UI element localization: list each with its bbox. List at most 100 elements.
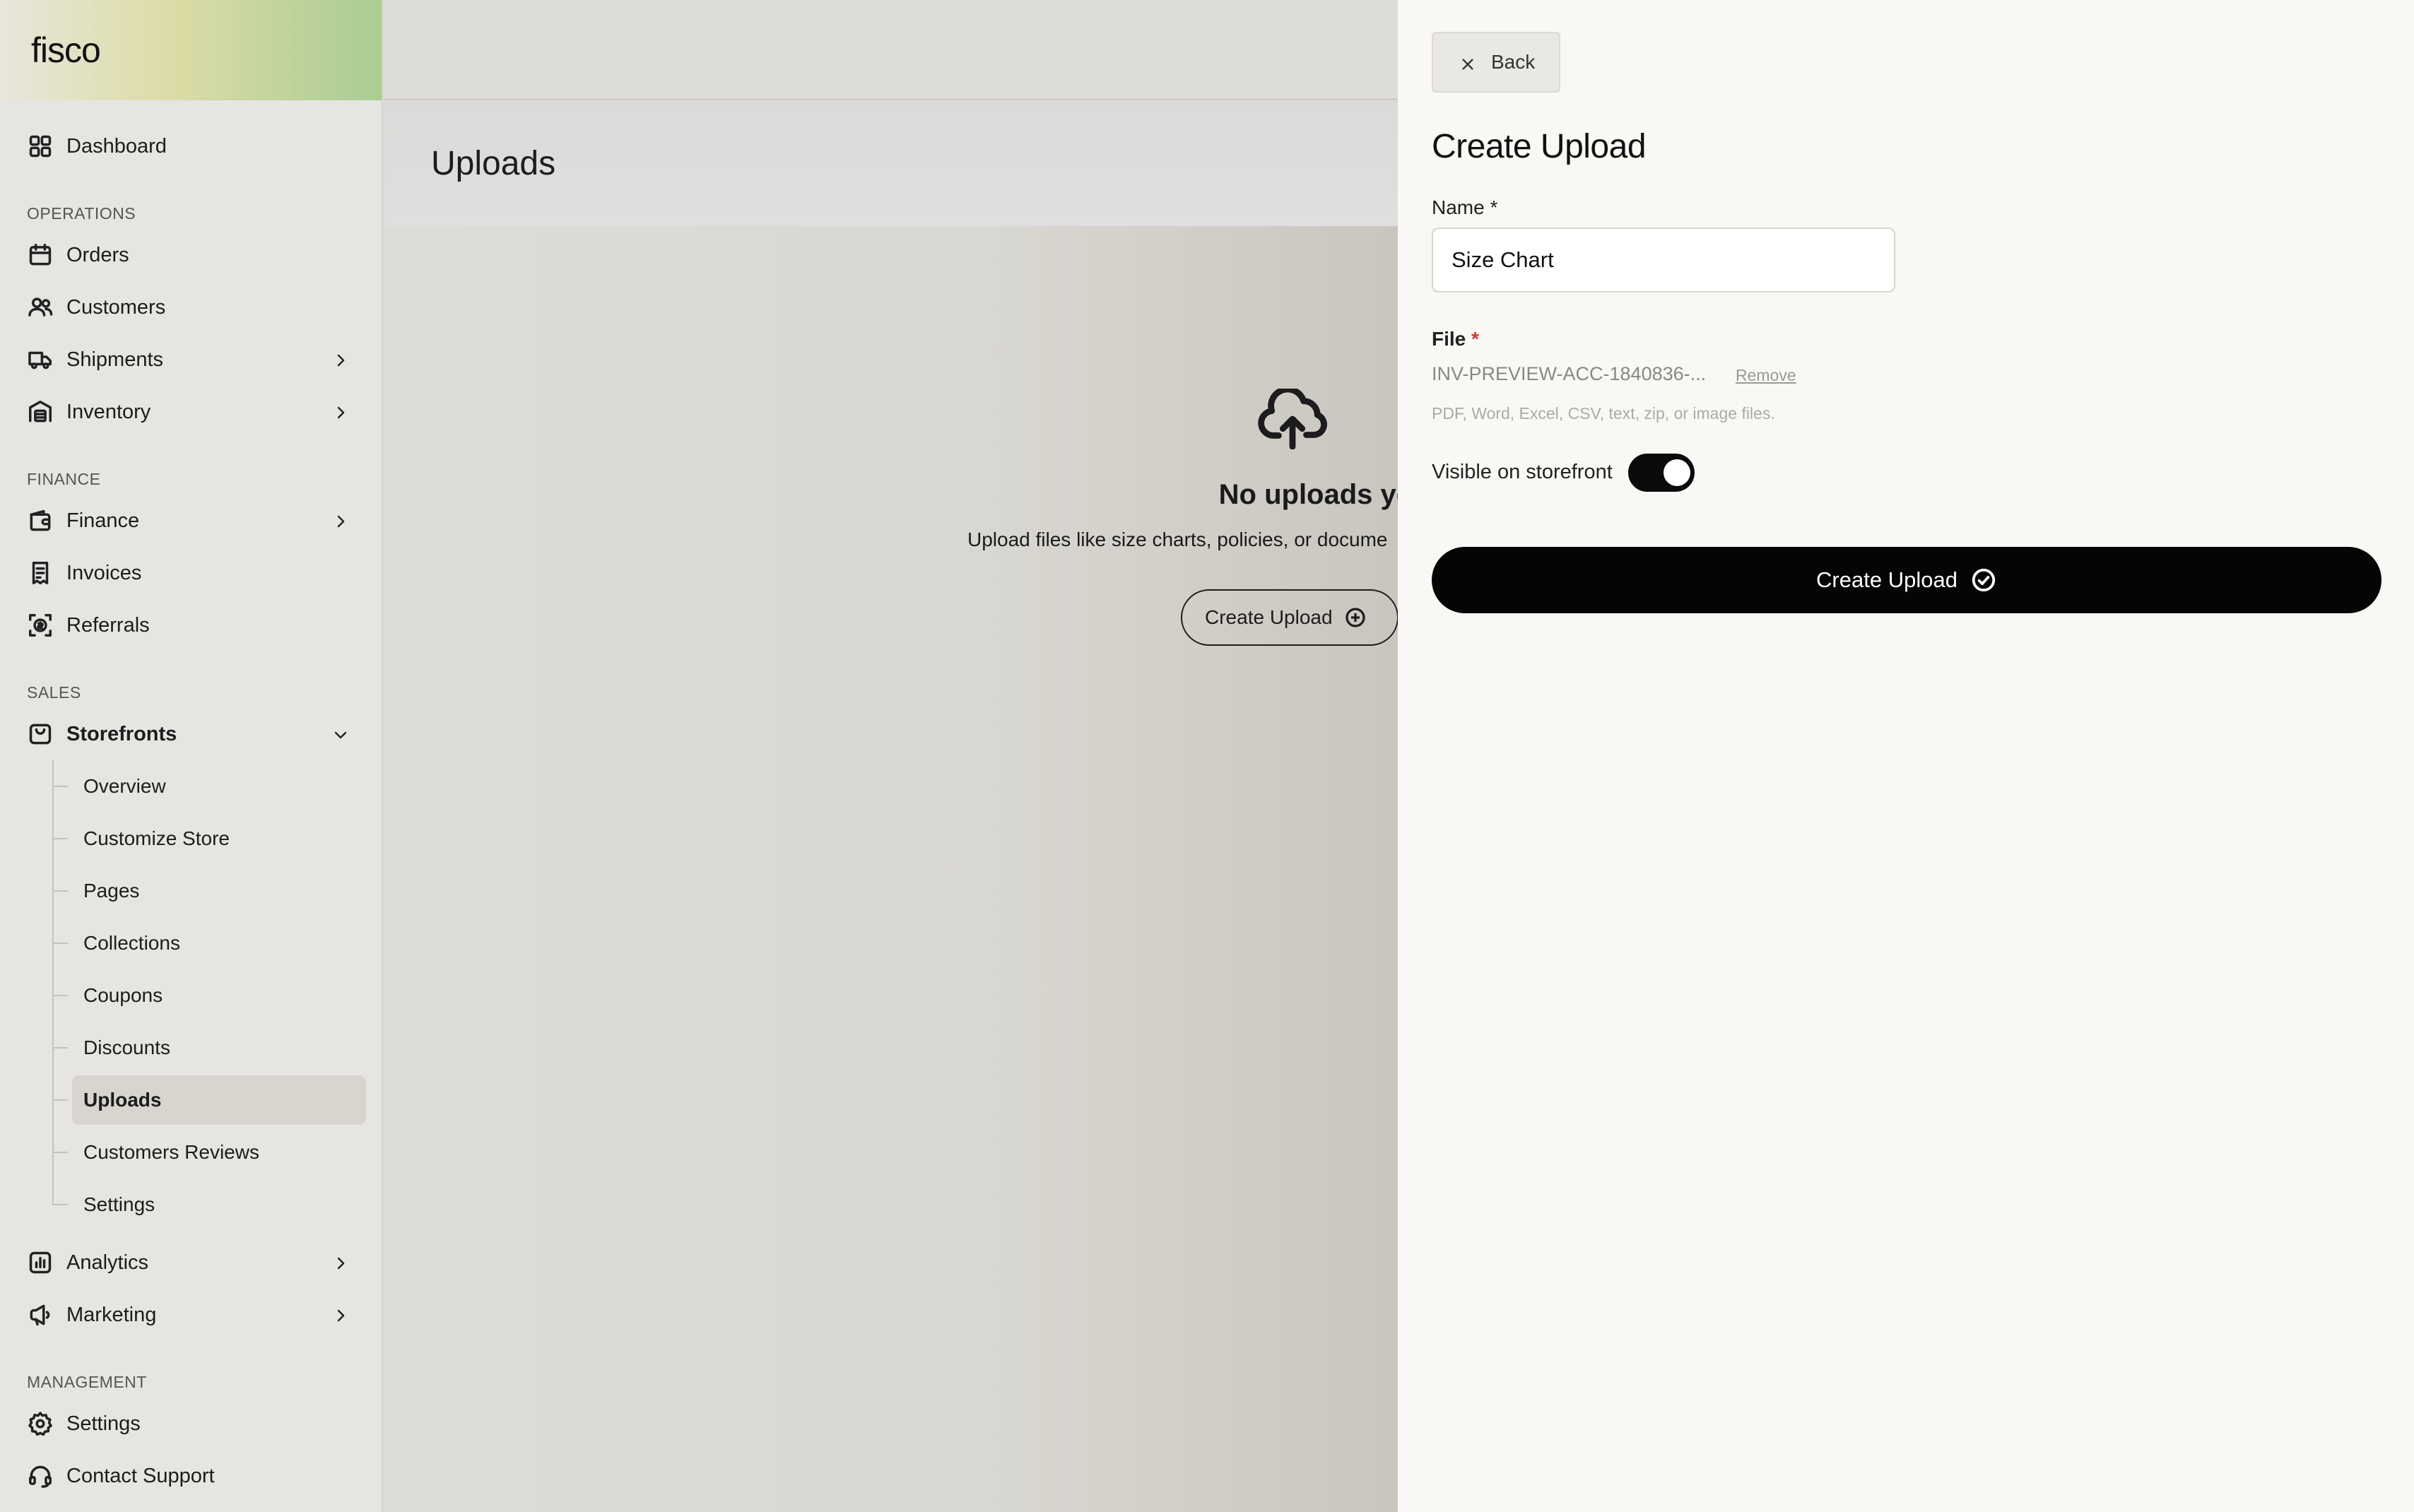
sidebar-item-label: Orders	[66, 243, 129, 266]
subnav-item-collections[interactable]: Collections	[51, 917, 382, 969]
required-mark: *	[1490, 196, 1498, 218]
sidebar-item-label: Settings	[66, 1412, 141, 1435]
sidebar-item-referrals[interactable]: Referrals	[0, 599, 382, 651]
subnav-item-coupons[interactable]: Coupons	[51, 969, 382, 1022]
sidebar-item-label: Customers	[66, 295, 166, 319]
subnav-label: Customers Reviews	[83, 1141, 259, 1163]
close-icon	[1460, 54, 1476, 70]
name-input[interactable]	[1432, 228, 1895, 293]
subnav-label: Discounts	[83, 1036, 170, 1058]
top-bar	[384, 0, 1398, 100]
subnav-item-customize-store[interactable]: Customize Store	[51, 813, 382, 865]
brand-name: fisco	[31, 30, 101, 70]
empty-state-description: Upload files like size charts, policies,…	[967, 528, 1388, 550]
subnav-item-discounts[interactable]: Discounts	[51, 1022, 382, 1074]
megaphone-icon	[27, 1301, 54, 1328]
file-label-text: File	[1432, 328, 1466, 350]
sidebar-item-customers[interactable]: Customers	[0, 281, 382, 333]
section-label-finance: FINANCE	[27, 470, 101, 488]
sidebar: fisco Dashboard OPERATIONS Orders Custom…	[0, 0, 383, 1512]
file-types-hint: PDF, Word, Excel, CSV, text, zip, or ima…	[1432, 404, 1775, 423]
remove-file-link[interactable]: Remove	[1736, 366, 1796, 385]
sidebar-item-label: Marketing	[66, 1303, 157, 1326]
sidebar-item-orders[interactable]: Orders	[0, 229, 382, 281]
sidebar-item-marketing[interactable]: Marketing	[0, 1289, 382, 1341]
section-label-operations: OPERATIONS	[27, 204, 136, 223]
main-content: Uploads No uploads yet Upload files like…	[384, 0, 1421, 1512]
sidebar-item-label: Dashboard	[66, 134, 167, 158]
chevron-down-icon	[332, 726, 349, 743]
storefronts-subnav: Overview Customize Store Pages Collectio…	[51, 760, 382, 1231]
sidebar-item-analytics[interactable]: Analytics	[0, 1236, 382, 1289]
sidebar-item-label: Analytics	[66, 1251, 149, 1274]
name-label-text: Name	[1432, 196, 1485, 218]
headset-icon	[27, 1463, 54, 1489]
visible-on-storefront-toggle[interactable]	[1628, 454, 1695, 492]
toggle-knob	[1664, 459, 1690, 486]
sidebar-item-label: Finance	[66, 509, 140, 532]
orders-box-icon	[27, 242, 54, 268]
chevron-right-icon	[332, 403, 349, 420]
create-upload-submit-button[interactable]: Create Upload	[1432, 547, 2381, 613]
sidebar-item-label: Invoices	[66, 561, 142, 584]
drawer-title: Create Upload	[1432, 128, 1647, 165]
subnav-item-customers-reviews[interactable]: Customers Reviews	[51, 1126, 382, 1179]
submit-label: Create Upload	[1816, 567, 1957, 592]
wallet-icon	[27, 507, 54, 534]
subnav-label: Overview	[83, 775, 166, 797]
create-upload-label: Create Upload	[1205, 606, 1333, 628]
subnav-label: Coupons	[83, 984, 163, 1006]
plus-circle-icon	[1344, 606, 1367, 629]
file-field-label: File *	[1432, 328, 1479, 350]
page-header: Uploads	[384, 100, 1398, 226]
chevron-right-icon	[332, 512, 349, 529]
customers-people-icon	[27, 294, 54, 321]
chevron-right-icon	[332, 1254, 349, 1271]
sidebar-nav: Dashboard OPERATIONS Orders Customers Sh…	[0, 100, 382, 1502]
subnav-item-overview[interactable]: Overview	[51, 760, 382, 813]
sidebar-item-label: Storefronts	[66, 722, 177, 745]
selected-file-name: INV-PREVIEW-ACC-1840836-...	[1432, 363, 1707, 384]
check-circle-icon	[1970, 567, 1997, 593]
subnav-label: Pages	[83, 880, 140, 902]
sidebar-item-settings[interactable]: Settings	[0, 1398, 382, 1450]
sidebar-item-invoices[interactable]: Invoices	[0, 547, 382, 599]
subnav-label: Collections	[83, 932, 180, 954]
subnav-label: Uploads	[83, 1089, 162, 1111]
gear-icon	[27, 1410, 54, 1437]
sidebar-item-contact-support[interactable]: Contact Support	[0, 1450, 382, 1502]
brand-logo[interactable]: fisco	[0, 0, 382, 100]
create-upload-button[interactable]: Create Upload	[1181, 589, 1399, 646]
truck-icon	[27, 346, 54, 373]
required-mark: *	[1471, 328, 1479, 350]
sidebar-item-finance[interactable]: Finance	[0, 495, 382, 547]
sidebar-item-label: Referrals	[66, 613, 150, 637]
shopping-bag-icon	[27, 721, 54, 748]
subnav-item-pages[interactable]: Pages	[51, 865, 382, 917]
dashboard-grid-icon	[27, 133, 54, 160]
sidebar-item-label: Contact Support	[66, 1464, 215, 1487]
sidebar-item-inventory[interactable]: Inventory	[0, 386, 382, 438]
subnav-label: Customize Store	[83, 827, 230, 849]
sidebar-item-label: Inventory	[66, 400, 151, 423]
sidebar-item-storefronts[interactable]: Storefronts	[0, 708, 382, 760]
cloud-upload-icon	[1258, 386, 1327, 450]
visible-on-storefront-label: Visible on storefront	[1432, 461, 1613, 483]
section-label-management: MANAGEMENT	[27, 1373, 147, 1391]
subnav-item-settings[interactable]: Settings	[51, 1179, 382, 1231]
page-title: Uploads	[431, 144, 556, 182]
back-button[interactable]: Back	[1432, 32, 1560, 93]
chevron-right-icon	[332, 351, 349, 368]
warehouse-icon	[27, 398, 54, 425]
referral-dollar-icon	[27, 612, 54, 639]
analytics-chart-icon	[27, 1249, 54, 1276]
create-upload-drawer: Back Create Upload Name * File * INV-PRE…	[1398, 0, 2414, 1512]
chevron-right-icon	[332, 1306, 349, 1323]
sidebar-item-label: Shipments	[66, 348, 164, 371]
sidebar-item-shipments[interactable]: Shipments	[0, 333, 382, 386]
name-field-label: Name *	[1432, 196, 1497, 219]
back-label: Back	[1491, 51, 1536, 73]
subnav-label: Settings	[83, 1193, 155, 1215]
sidebar-item-dashboard[interactable]: Dashboard	[0, 120, 382, 172]
subnav-item-uploads[interactable]: Uploads	[51, 1074, 382, 1126]
